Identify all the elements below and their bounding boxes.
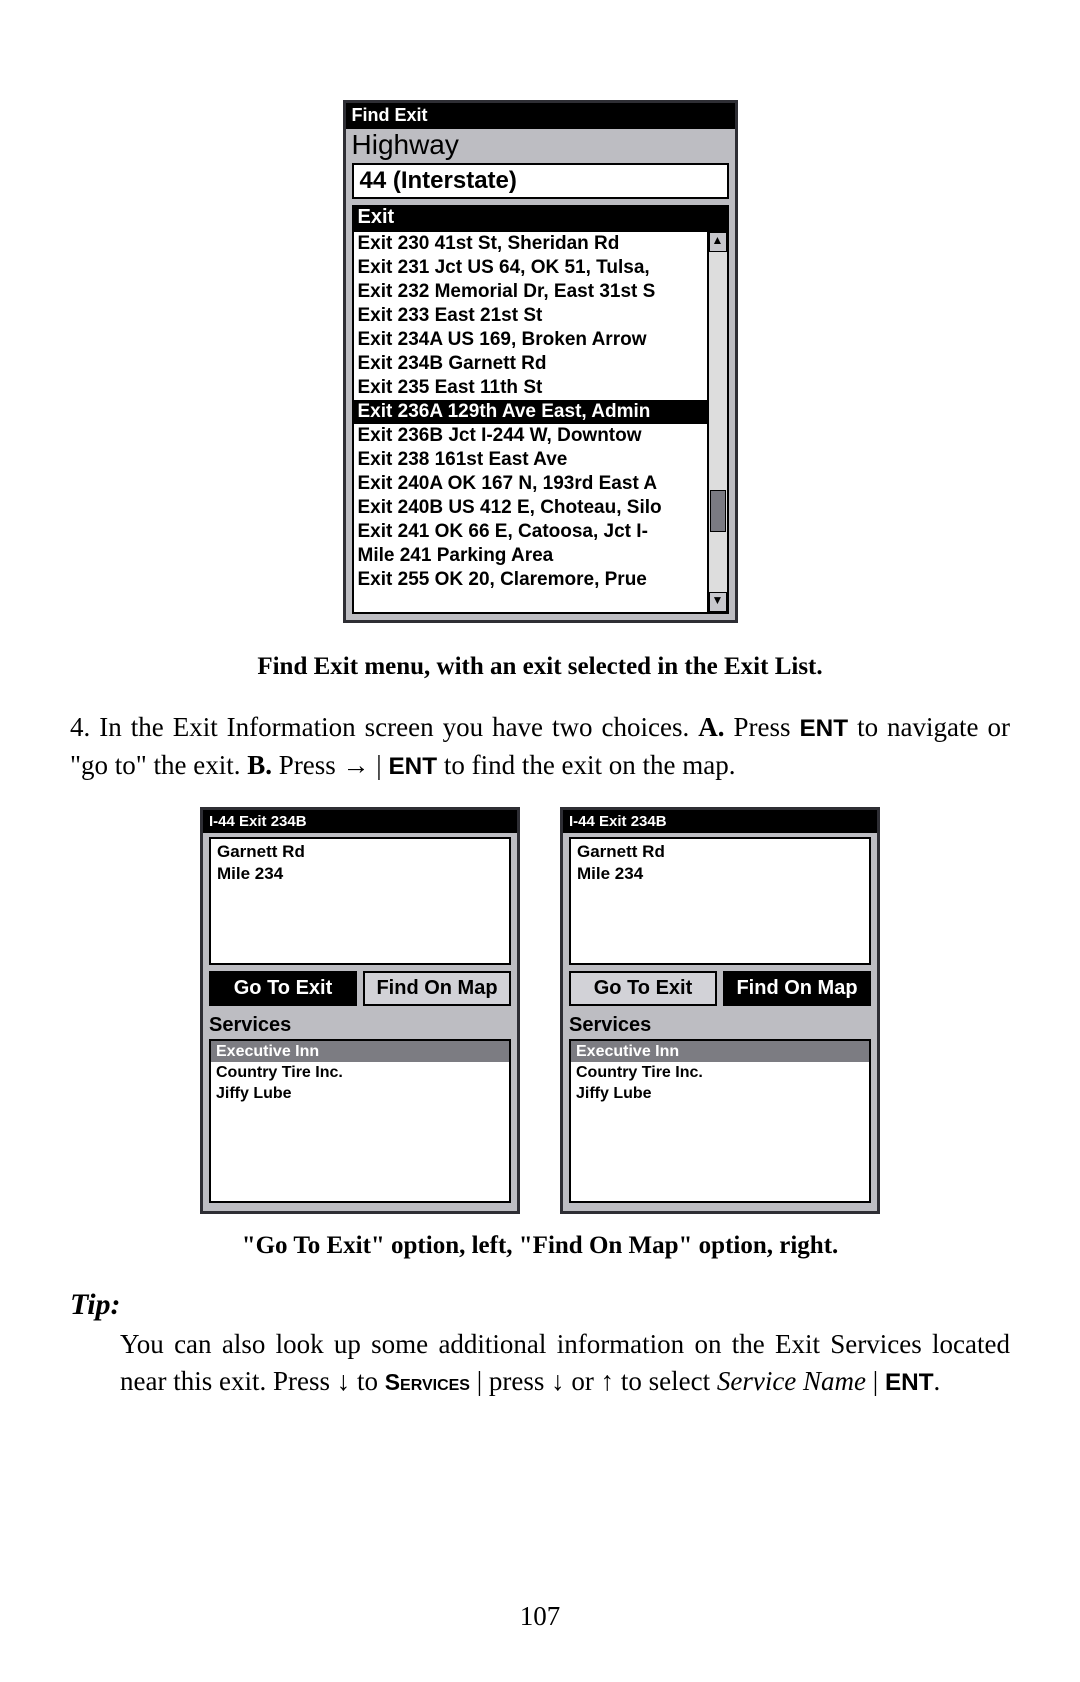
list-item[interactable]: Exit 241 OK 66 E, Catoosa, Jct I- — [354, 520, 709, 544]
exit-mile: Mile 234 — [577, 863, 863, 885]
highway-field[interactable]: 44 (Interstate) — [352, 163, 729, 199]
exit-info-box: Garnett Rd Mile 234 — [209, 837, 511, 965]
list-item[interactable]: Exit 234B Garnett Rd — [354, 352, 709, 376]
list-item[interactable]: Country Tire Inc. — [571, 1062, 869, 1083]
find-exit-screen: Find Exit Highway 44 (Interstate) Exit E… — [343, 100, 738, 623]
list-item[interactable]: Exit 234A US 169, Broken Arrow — [354, 328, 709, 352]
list-item[interactable]: Exit 238 161st East Ave — [354, 448, 709, 472]
list-item[interactable]: Exit 240A OK 167 N, 193rd East A — [354, 472, 709, 496]
figure-caption: Find Exit menu, with an exit selected in… — [70, 653, 1010, 681]
exit-name: Garnett Rd — [577, 841, 863, 863]
go-to-exit-button[interactable]: Go To Exit — [209, 971, 357, 1006]
list-item[interactable]: Exit 236B Jct I-244 W, Downtow — [354, 424, 709, 448]
list-item[interactable]: Exit 230 41st St, Sheridan Rd — [354, 232, 709, 256]
scroll-down-icon[interactable]: ▼ — [709, 592, 727, 612]
list-item[interactable]: Country Tire Inc. — [211, 1062, 509, 1083]
window-title: I-44 Exit 234B — [563, 810, 877, 833]
exit-info-box: Garnett Rd Mile 234 — [569, 837, 871, 965]
find-on-map-button[interactable]: Find On Map — [363, 971, 511, 1006]
list-item[interactable]: Exit 235 East 11th St — [354, 376, 709, 400]
page-number: 107 — [0, 1601, 1080, 1632]
list-item[interactable]: Jiffy Lube — [571, 1083, 869, 1104]
exit-info-screen-left: I-44 Exit 234B Garnett Rd Mile 234 Go To… — [200, 807, 520, 1214]
scroll-thumb[interactable] — [709, 252, 727, 592]
list-item[interactable]: Exit 233 East 21st St — [354, 304, 709, 328]
services-label: Services — [569, 1014, 871, 1037]
exit-name: Garnett Rd — [217, 841, 503, 863]
exit-list[interactable]: Exit 230 41st St, Sheridan RdExit 231 Jc… — [352, 230, 729, 614]
list-item[interactable]: Exit 236A 129th Ave East, Admin — [354, 400, 709, 424]
list-item[interactable]: Executive Inn — [211, 1041, 509, 1062]
tip-body: You can also look up some additional inf… — [120, 1326, 1010, 1401]
scroll-up-icon[interactable]: ▲ — [709, 232, 727, 252]
services-list[interactable]: Executive InnCountry Tire Inc.Jiffy Lube — [209, 1039, 511, 1203]
list-item[interactable]: Exit 240B US 412 E, Choteau, Silo — [354, 496, 709, 520]
list-item[interactable]: Exit 232 Memorial Dr, East 31st S — [354, 280, 709, 304]
services-list[interactable]: Executive InnCountry Tire Inc.Jiffy Lube — [569, 1039, 871, 1203]
tip-heading: Tip: — [70, 1288, 1010, 1322]
scrollbar[interactable]: ▲ ▼ — [707, 232, 727, 612]
exit-mile: Mile 234 — [217, 863, 503, 885]
go-to-exit-button[interactable]: Go To Exit — [569, 971, 717, 1006]
list-item[interactable]: Exit 231 Jct US 64, OK 51, Tulsa, — [354, 256, 709, 280]
list-item[interactable]: Exit 255 OK 20, Claremore, Prue — [354, 568, 709, 592]
window-title: I-44 Exit 234B — [203, 810, 517, 833]
list-item[interactable]: Executive Inn — [571, 1041, 869, 1062]
exit-header: Exit — [352, 205, 729, 230]
find-on-map-button[interactable]: Find On Map — [723, 971, 871, 1006]
services-label: Services — [209, 1014, 511, 1037]
highway-label: Highway — [346, 129, 735, 161]
exit-info-screen-right: I-44 Exit 234B Garnett Rd Mile 234 Go To… — [560, 807, 880, 1214]
step-4-text: 4. In the Exit Information screen you ha… — [70, 709, 1010, 785]
list-item[interactable]: Mile 241 Parking Area — [354, 544, 709, 568]
list-item[interactable]: Jiffy Lube — [211, 1083, 509, 1104]
window-title: Find Exit — [346, 103, 735, 129]
figure-caption: "Go To Exit" option, left, "Find On Map"… — [70, 1232, 1010, 1260]
